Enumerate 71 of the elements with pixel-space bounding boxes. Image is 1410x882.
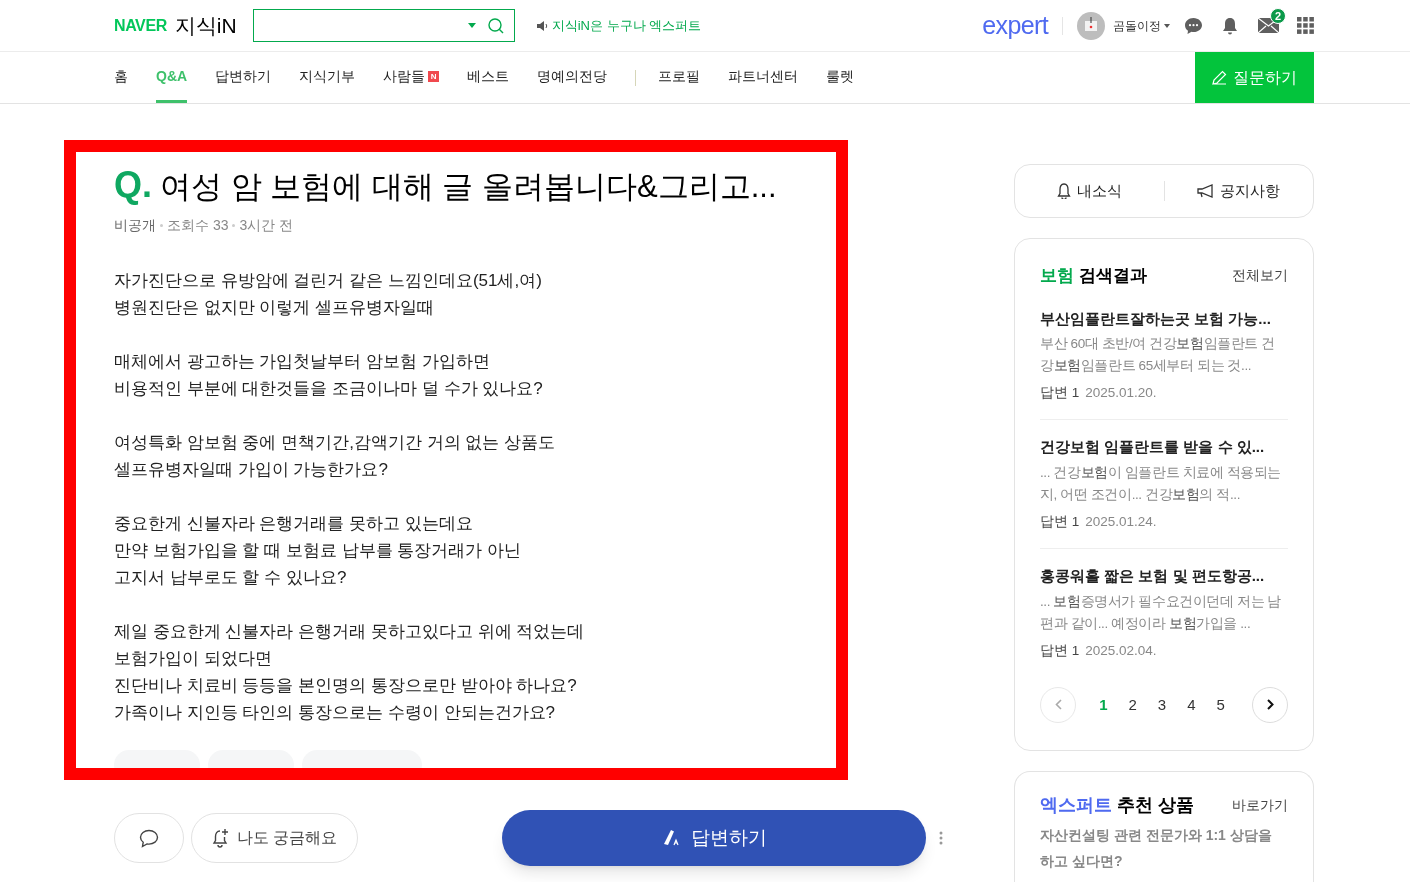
question-meta: 조회수 33: [167, 216, 229, 235]
question-paragraph: 제일 중요한게 신불자라 은행거래 못하고있다고 위에 적었는데 보험가입이 되었다면 진단비나 치료비 등등을 본인명의 통장으로만 받아야 하나요? 가족이나 지인등 타인의 통장으로는 수령이 안되는건가요?: [114, 621, 586, 724]
result-snippet: 부산 60대 초반/여 건강보험임플란트 건강보험임플란트 65세부터 되는 것...: [1040, 335, 1276, 375]
caret-icon: [1164, 23, 1170, 28]
answer-count: 답변 1: [1040, 641, 1080, 660]
result-title[interactable]: 홍콩워홀 짧은 보험 및 편도항공...: [1040, 565, 1288, 588]
question-paragraph: 중요한게 신불자라 은행거래를 못하고 있는데요 만약 보험가입을 할 때 보험료 납부를 통장거래가 아닌 고지서 납부로도 할 수 있나요?: [114, 513, 523, 589]
expert-label: 엑스퍼트: [1040, 793, 1112, 817]
expert-description: 자산컨설팅 관련 전문가와 1:1 상담을 하고 싶다면?: [1040, 825, 1273, 871]
result-date: 2025.01.24.: [1085, 512, 1157, 531]
result-date: 2025.02.04.: [1085, 641, 1157, 660]
pen-icon: [661, 828, 681, 848]
result-title[interactable]: 부산임플란트잘하는곳 보험 가능...: [1040, 307, 1288, 330]
question-meta: 3시간 전: [239, 216, 294, 235]
page-link[interactable]: 5: [1216, 693, 1225, 716]
search-field[interactable]: [252, 9, 515, 42]
notices-button[interactable]: 공지사항: [1164, 179, 1313, 203]
apps-grid-icon[interactable]: [1297, 17, 1314, 34]
nav-tab[interactable]: 룰렛: [826, 52, 855, 103]
bell-plus-icon: [211, 828, 231, 848]
card-title: 추천 상품: [1117, 793, 1194, 817]
megaphone-icon: [1197, 184, 1215, 198]
nav-tab[interactable]: 명예의전당: [537, 52, 608, 103]
nav-tab[interactable]: 사람들 N: [383, 52, 440, 103]
user-menu[interactable]: 곰돌이정: [1113, 16, 1170, 35]
page-link[interactable]: 2: [1128, 693, 1137, 716]
new-badge: N: [428, 70, 440, 82]
answer-count: 답변 1: [1040, 384, 1080, 402]
chat-icon[interactable]: [1184, 16, 1203, 35]
caret-icon[interactable]: [467, 23, 476, 28]
avatar-icon[interactable]: [1077, 11, 1105, 40]
nav-tab[interactable]: 지식기부: [299, 52, 356, 103]
mail-icon[interactable]: [1258, 18, 1279, 33]
more-icon[interactable]: [939, 831, 943, 845]
nav-tab[interactable]: 프로필: [658, 52, 701, 103]
chevron-right-icon: [1266, 699, 1274, 711]
answer-button[interactable]: 답변하기: [502, 810, 926, 866]
view-all-link[interactable]: 전체보기: [1232, 265, 1288, 287]
question-paragraph: 자가진단으로 유방암에 걸린거 같은 느낌인데요(51세,여) 병원진단은 없지만 이렇게 셀프유병자일때: [114, 270, 543, 319]
question-paragraph: 매체에서 광고하는 가입첫날부터 암보험 가입하면 비용적인 부분에 대한것들을 조금이나마 덜 수가 있나요?: [114, 351, 544, 400]
question-meta: 비공개: [114, 216, 156, 235]
card-title: 검색결과: [1079, 265, 1147, 287]
result-snippet: ... 건강보험이 임플란트 치료에 적용되는지, 어떤 조건이... 건강보험의 적...: [1040, 463, 1283, 504]
result-snippet: ... 보험증명서가 필수요건이던데 저는 남편과 같이... 예정이라 보험가입을 ...: [1040, 592, 1283, 633]
pencil-icon: [1212, 70, 1227, 85]
answer-count: 답변 1: [1040, 512, 1080, 531]
question-paragraph: 여성특화 암보험 중에 면책기간,감액기간 거의 없는 상품도 셀프유병자일때 가입이 가능한가요?: [114, 432, 557, 481]
nav-tab[interactable]: 답변하기: [215, 52, 272, 103]
bell-icon: [1056, 183, 1071, 199]
question-title: 여성 암 보험에 대해 글 올려봅니다&그리고...: [160, 168, 777, 206]
my-news-button[interactable]: 내소식: [1015, 179, 1164, 203]
comment-button[interactable]: [114, 813, 184, 863]
page-link[interactable]: 4: [1187, 693, 1196, 716]
result-title[interactable]: 건강보험 임플란트를 받을 수 있...: [1040, 436, 1288, 459]
speech-bubble-icon: [139, 828, 159, 848]
nav-tab[interactable]: 파트너센터: [728, 52, 799, 103]
chevron-left-icon: [1054, 699, 1062, 711]
mail-count-badge: 2: [1270, 8, 1286, 24]
bell-icon[interactable]: [1222, 16, 1238, 35]
nav-tab[interactable]: 베스트: [467, 52, 510, 103]
shortcut-link[interactable]: 바로가기: [1232, 794, 1288, 816]
result-date: 2025.01.20.: [1085, 384, 1157, 402]
question-mark: Q.: [114, 165, 152, 205]
page-link[interactable]: 3: [1157, 693, 1167, 716]
curious-button[interactable]: 나도 궁금해요: [191, 813, 358, 863]
service-logo[interactable]: 지식iN: [174, 9, 237, 42]
speaker-icon: [536, 20, 549, 31]
expert-logo[interactable]: expert: [982, 6, 1048, 45]
keyword-label: 보험: [1040, 265, 1074, 287]
nav-tab[interactable]: 홈: [114, 52, 128, 103]
search-icon[interactable]: [487, 17, 504, 34]
